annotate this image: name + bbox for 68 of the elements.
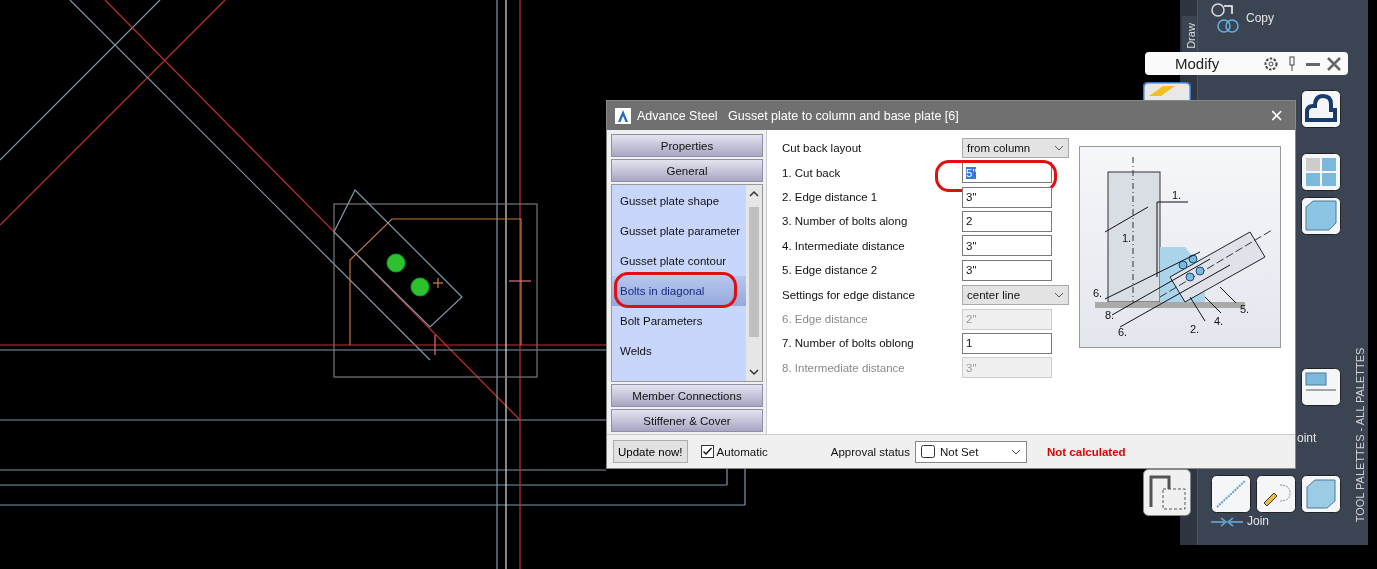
dropdown[interactable]: center line [962,284,1069,305]
window-title: Advance Steel Gusset plate to column and base plate [6] [637,108,960,123]
field-label: 1. Cut back [782,166,842,179]
dimension-label: 6. [1093,287,1103,300]
section-button[interactable]: Member Connections [611,384,763,408]
input-field[interactable]: 5" [962,162,1052,184]
dimension-label: 8. [1105,309,1115,322]
palette-name: Modify [1175,55,1221,72]
field-label: 5. Edge distance 2 [782,264,879,277]
dropdown[interactable]: from column [962,138,1069,159]
field-label: Settings for edge distance [782,288,916,301]
settings-icon[interactable] [1263,55,1279,72]
nav-item[interactable]: Gusset plate contour [612,246,746,277]
box-icon[interactable] [1301,475,1341,513]
dimension-label: 4. [1214,315,1224,328]
nav-item[interactable]: Gusset plate shape [612,186,746,217]
app-logo-icon [615,107,631,124]
caret-icon [1054,291,1064,298]
section-button[interactable]: Stiffener & Cover [611,409,763,433]
nav-item[interactable]: Gusset plate parameter [612,216,746,247]
close-icon[interactable] [1326,55,1342,72]
scroll-down-icon[interactable] [749,367,759,378]
pencil-icon[interactable] [1256,475,1296,513]
dimension-label: 5. [1240,303,1250,316]
status-swatch-icon [921,445,935,459]
cloud-shape-icon[interactable] [1301,90,1341,128]
grid-icon[interactable] [1301,153,1341,191]
dimension-label: 2. [1190,323,1200,336]
status-text: Not calculated [1047,445,1126,458]
field-label: 4. Intermediate distance [782,239,906,252]
tool-icon[interactable] [1143,82,1191,100]
input-field[interactable]: 3" [962,235,1052,257]
checkbox-label: Automatic [716,445,768,458]
input-field[interactable]: 3" [962,259,1052,281]
nav-item[interactable]: Bolt Parameters [612,306,746,337]
nav-item[interactable]: Welds [612,336,746,367]
approval-label: Approval status [830,445,910,458]
field-label: 2. Edge distance 1 [782,191,879,204]
input-field[interactable]: 1 [962,332,1052,354]
field-label: 6. Edge distance [782,313,869,326]
join-icon [1211,517,1243,527]
input-field[interactable]: 3" [962,186,1052,208]
section-button[interactable]: General [611,159,763,183]
tool-label[interactable]: oint [1297,431,1317,445]
dimension-label: 1. [1122,232,1132,245]
nav-item[interactable]: Bolts in diagonal [612,276,746,307]
palette-title: TOOL PALETTES - ALL PALETTES [1353,350,1367,520]
close-button[interactable]: × [1266,104,1287,127]
input-field[interactable]: 2 [962,211,1052,232]
update-button[interactable]: Update now! [613,440,688,464]
section-button[interactable]: Properties [611,134,763,158]
checkbox[interactable] [700,445,714,459]
field-label: Cut back layout [782,142,863,155]
field-label: 3. Number of bolts along [782,215,909,228]
field-label: 8. Intermediate distance [782,361,906,374]
leader-line [1104,206,1149,233]
caret-icon [1054,145,1064,152]
tool-icon[interactable] [1143,469,1191,516]
caret-icon [1011,448,1021,455]
layout-icon[interactable] [1301,368,1341,406]
tool-label[interactable]: Join [1247,514,1269,528]
dimension-label: 6. [1118,326,1128,339]
field-label: 7. Number of bolts oblong [782,337,915,350]
dimension-label: 1. [1172,189,1182,202]
approval-dropdown[interactable]: Not Set [915,440,1027,463]
scrollbar[interactable] [746,185,762,382]
tool-label[interactable]: Copy [1246,11,1274,25]
copy-icon [1210,2,1242,34]
